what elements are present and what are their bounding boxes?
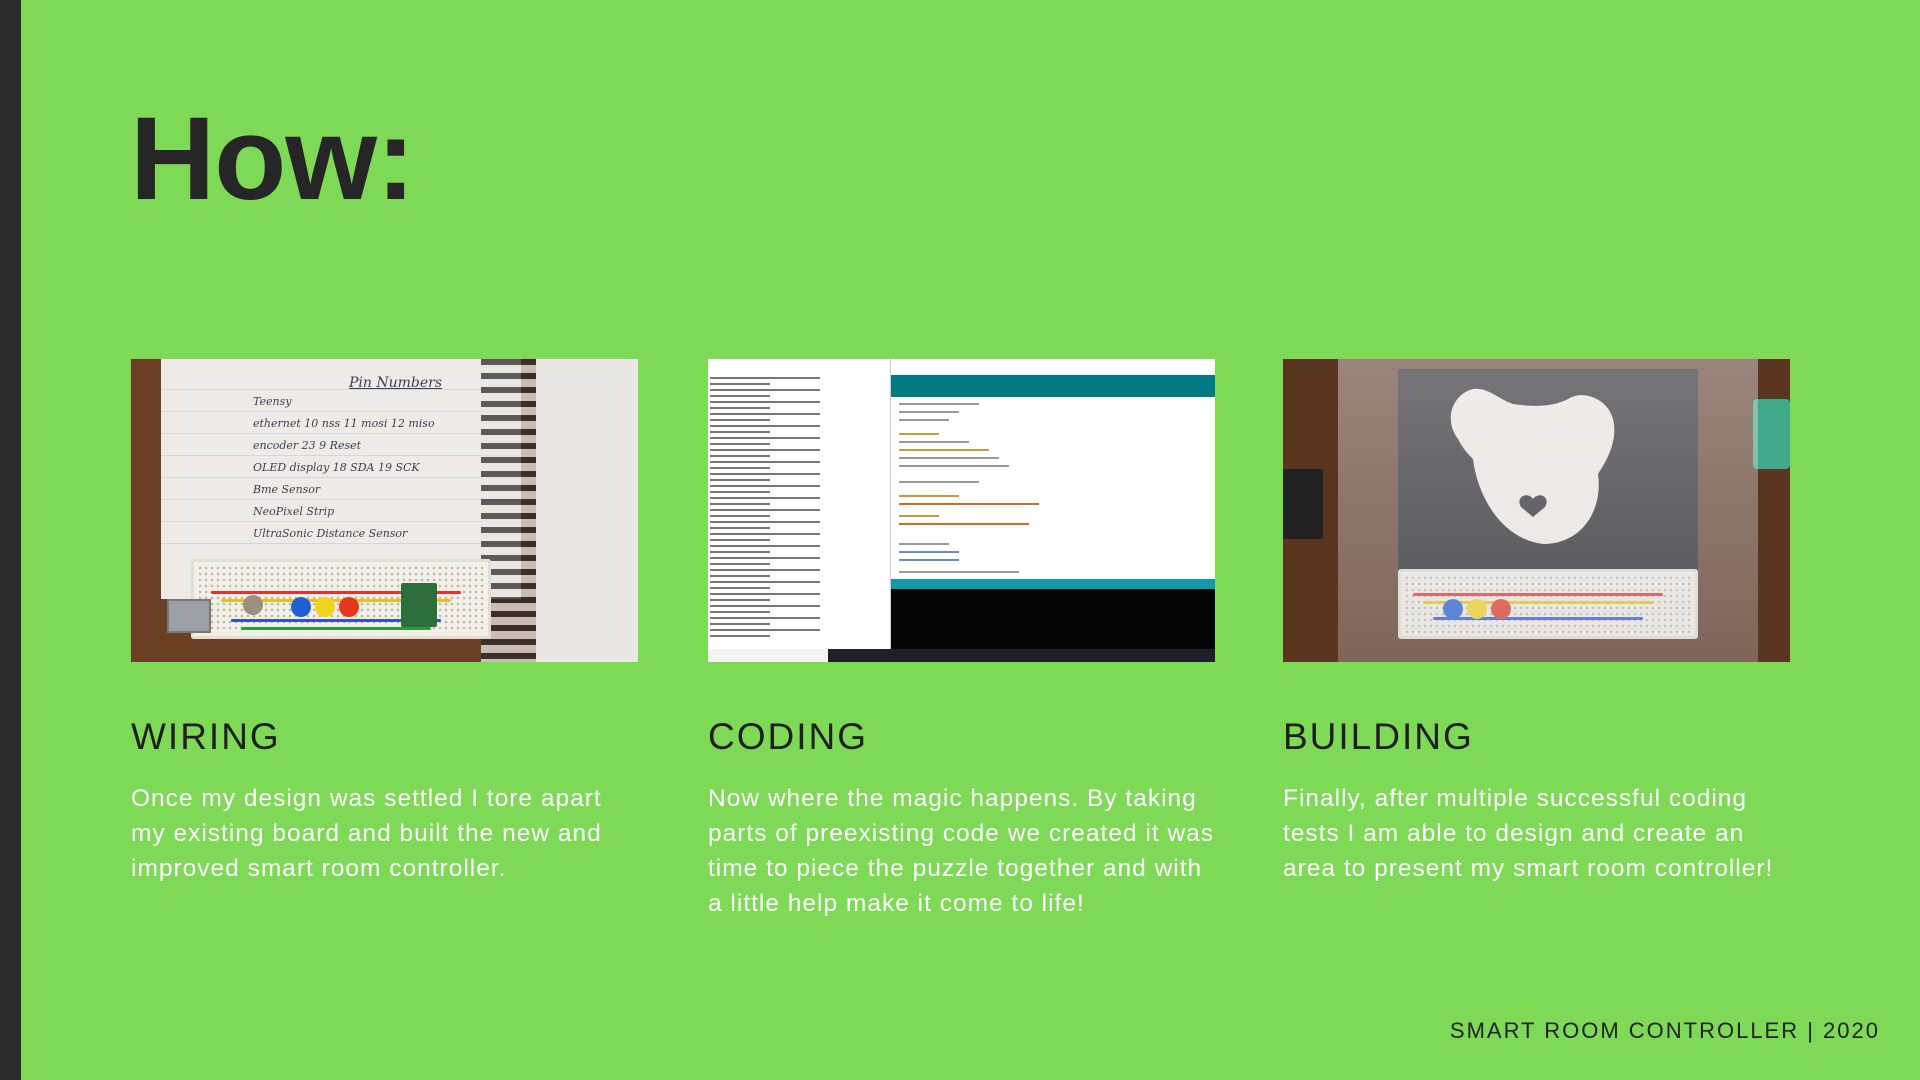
notes-title: Pin Numbers	[349, 375, 443, 391]
ide-console	[891, 589, 1215, 649]
card-description: Now where the magic happens. By taking p…	[708, 785, 1215, 917]
blue-button	[291, 597, 311, 617]
card-coding: CODING Now where the magic happens. By t…	[708, 359, 1215, 921]
yellow-button	[315, 597, 335, 617]
notes-row: OLED display 18 SDA 19 SCK	[253, 461, 420, 474]
ide-toolbar	[891, 375, 1215, 397]
notes-row: UltraSonic Distance Sensor	[253, 527, 408, 540]
footer-label: SMART ROOM CONTROLLER | 2020	[1449, 1018, 1880, 1043]
wiring-photo: Pin Numbers Teensy ethernet 10 nss 11 mo…	[131, 359, 638, 662]
card-heading: WIRING	[131, 716, 281, 757]
notes-row: encoder 23 9 Reset	[253, 439, 362, 452]
serial-monitor-window	[708, 359, 891, 649]
ide-status-bar	[891, 579, 1215, 589]
card-description: Once my design was settled I tore apart …	[131, 785, 602, 882]
mug	[1753, 399, 1790, 469]
notebook-page-right	[536, 359, 638, 662]
keyboard	[1283, 469, 1323, 539]
coding-screenshot	[708, 359, 1215, 662]
card-building: BUILDING Finally, after multiple success…	[1283, 359, 1790, 886]
red-button	[339, 597, 359, 617]
card-heading: BUILDING	[1283, 716, 1474, 757]
windows-taskbar	[708, 649, 1215, 662]
left-accent-bar	[0, 0, 21, 1080]
acrylic-enclosure	[1338, 359, 1758, 662]
notes-row: Teensy	[253, 395, 292, 408]
card-heading: CODING	[708, 716, 868, 757]
notes-row: ethernet 10 nss 11 mosi 12 miso	[253, 417, 435, 430]
card-description: Finally, after multiple successful codin…	[1283, 785, 1774, 882]
ethernet-module	[167, 599, 211, 633]
encoder-knob	[243, 595, 263, 615]
arduino-ide-window	[891, 359, 1215, 649]
card-wiring: Pin Numbers Teensy ethernet 10 nss 11 mo…	[131, 359, 638, 886]
slide-title: How:	[130, 93, 415, 225]
notes-row: NeoPixel Strip	[253, 505, 335, 518]
building-photo	[1283, 359, 1790, 662]
teensy-board	[401, 583, 437, 627]
notes-row: Bme Sensor	[253, 483, 321, 496]
taskbar-search-box	[708, 649, 828, 662]
